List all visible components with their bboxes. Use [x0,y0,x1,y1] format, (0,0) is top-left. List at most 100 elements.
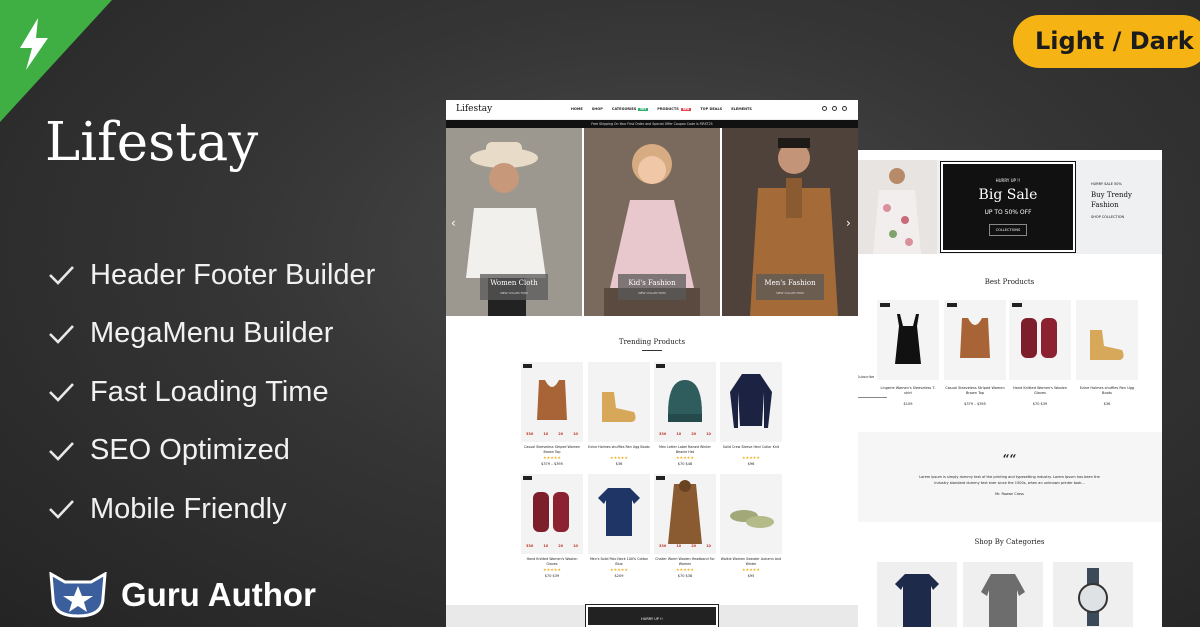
hero-caption: Kid's Fashion NEW COLLECTION [618,274,686,300]
feature-label: Header Footer Builder [90,258,376,291]
timer-hours: 10 [676,432,682,436]
timer-hours: 10 [676,544,682,548]
sweater-icon [981,574,1025,627]
light-dark-badge: Light / Dark [1013,15,1200,68]
slippers-icon [730,510,774,528]
feature-item: Header Footer Builder [48,246,375,305]
product-price: $36 [615,462,623,466]
timer-minutes: 20 [558,432,564,436]
testimonial-text: Lorem ipsum is simply dummy text of the … [919,475,1100,485]
product-name[interactable]: Walkie Women Sweater Autumn And Winter [720,557,782,566]
menu-item-products[interactable]: PRODUCTS NEW [657,107,692,111]
rating-stars: ★★★★★ [610,567,628,572]
trend-title: Buy Trendy Fashion [1091,191,1132,209]
best-product-image[interactable] [944,300,1006,380]
newsletter-label: Subscribe [857,375,875,379]
trend-banner[interactable]: HURRY SALE 50% Buy Trendy Fashion SHOP C… [1079,160,1162,254]
sale-strip-banner[interactable]: HURRY UP !! [585,604,719,627]
site-logo[interactable]: Lifestay [456,104,492,114]
trend-link[interactable]: SHOP COLLECTION [1091,215,1162,219]
menu-item-top-deals[interactable]: TOP DEALS [700,107,722,111]
sweater-icon [730,374,772,428]
menu-item-categories[interactable]: CATEGORIES HOT [612,107,649,111]
best-product-name[interactable]: Hand Knitted Women's Woolen Gloves [1009,386,1071,396]
feature-label: MegaMenu Builder [90,317,334,350]
product-name[interactable]: Men's Solid Polo Neck 100% Cotton Blue [588,557,650,566]
category-card[interactable] [1053,562,1133,627]
timer-days: 330 [526,544,534,548]
feature-list: Header Footer Builder MegaMenu Builder F… [48,246,375,539]
product-card[interactable] [654,474,716,554]
hero-panel-men[interactable]: Men's Fashion NEW COLLECTION › [722,128,858,316]
slider-next-icon[interactable]: › [846,216,851,230]
best-product-name[interactable]: Ezine Holmes shuffles Ren Ugg Boots [1076,386,1138,396]
rating-stars: ★★★★★ [742,567,760,572]
product-name[interactable]: Men Letter Label Raised Winter Beanie Ha… [654,445,716,454]
product-name[interactable]: Hand Knitted Women's Woolen Gloves [521,557,583,566]
timer-minutes: 20 [691,544,697,548]
product-name[interactable]: Casual Sleeveless Striped Women Brown To… [521,445,583,454]
feature-label: SEO Optimized [90,434,290,467]
slider-prev-icon[interactable]: ‹ [451,216,456,230]
shirt-icon [895,574,939,627]
best-product-image[interactable] [1009,300,1071,380]
sale-tag [880,303,890,307]
rating-stars: ★★★★★ [543,455,561,460]
product-card[interactable] [720,362,782,442]
product-card[interactable] [521,474,583,554]
polo-icon [598,488,640,536]
header-icons [822,106,847,111]
product-card[interactable] [588,362,650,442]
product-name[interactable]: Ezine Holmes shuffles Ren Ugg Boots [588,445,650,450]
hero-slider: Women Cloth NEW COLLECTION ‹ Kid's Fashi… [446,128,858,318]
best-product-image[interactable] [1076,300,1138,380]
testimonial-section: ““ Lorem ipsum is simply dummy text of t… [857,432,1162,522]
best-product-image[interactable] [877,300,939,380]
product-price: $70 $38 [677,574,693,578]
countdown-timer: 330 10 20 10 [521,432,583,436]
product-price: $70 $39 [544,574,560,578]
check-icon [49,324,74,344]
hero-title: Kid's Fashion [628,279,676,287]
best-product-price: $36 [1103,402,1111,406]
product-card[interactable] [588,474,650,554]
coat-icon [668,480,702,544]
search-icon[interactable] [822,106,827,111]
product-name[interactable]: Solid Crew Sleeve Henl Collar Knit [720,445,782,450]
product-card[interactable] [720,474,782,554]
best-product-name[interactable]: Casual Sleeveless Striped Women Brown To… [944,386,1006,396]
menu-item-home[interactable]: HOME [571,107,583,111]
sale-tag [947,303,957,307]
countdown-timer: 330 10 20 10 [654,432,716,436]
product-card[interactable] [521,362,583,442]
product-price: $95 [747,574,755,578]
collections-button[interactable]: COLLECTIONS [988,224,1028,236]
dress-photo [857,160,937,254]
promo-row: HURRY UP !! Big Sale UP TO 50% OFF COLLE… [857,160,1162,254]
big-sale-banner[interactable]: HURRY UP !! Big Sale UP TO 50% OFF COLLE… [940,161,1076,253]
hero-subtitle: NEW COLLECTION [776,291,804,295]
feature-item: Fast Loading Time [48,363,375,422]
category-card[interactable] [877,562,957,627]
testimonial-author: Mr. Rowan Cross [995,492,1024,496]
sale-tag [1012,303,1022,307]
account-icon[interactable] [832,106,837,111]
best-products-title: Best Products [984,278,1035,286]
sale-tag [656,476,665,480]
cart-icon[interactable] [842,106,847,111]
beanie-icon [668,380,702,422]
menu-item-shop[interactable]: SHOP [592,107,603,111]
best-product-price: $109 [903,402,913,406]
product-name[interactable]: Chalier Worm Woolen Headband For Women [654,557,716,566]
sale-tag [656,364,665,368]
hero-panel-women[interactable]: Women Cloth NEW COLLECTION ‹ [446,128,582,316]
best-product-name[interactable]: Lingerie Women's Sleeveless T-shirt [877,386,939,396]
check-icon [49,383,74,403]
feature-item: SEO Optimized [48,422,375,481]
brown-top-icon [537,380,567,420]
product-card[interactable] [654,362,716,442]
category-card[interactable] [963,562,1043,627]
menu-label: SHOP [591,107,603,111]
hero-panel-kids[interactable]: Kid's Fashion NEW COLLECTION [584,128,720,316]
menu-item-elements[interactable]: ELEMENTS [731,107,752,111]
